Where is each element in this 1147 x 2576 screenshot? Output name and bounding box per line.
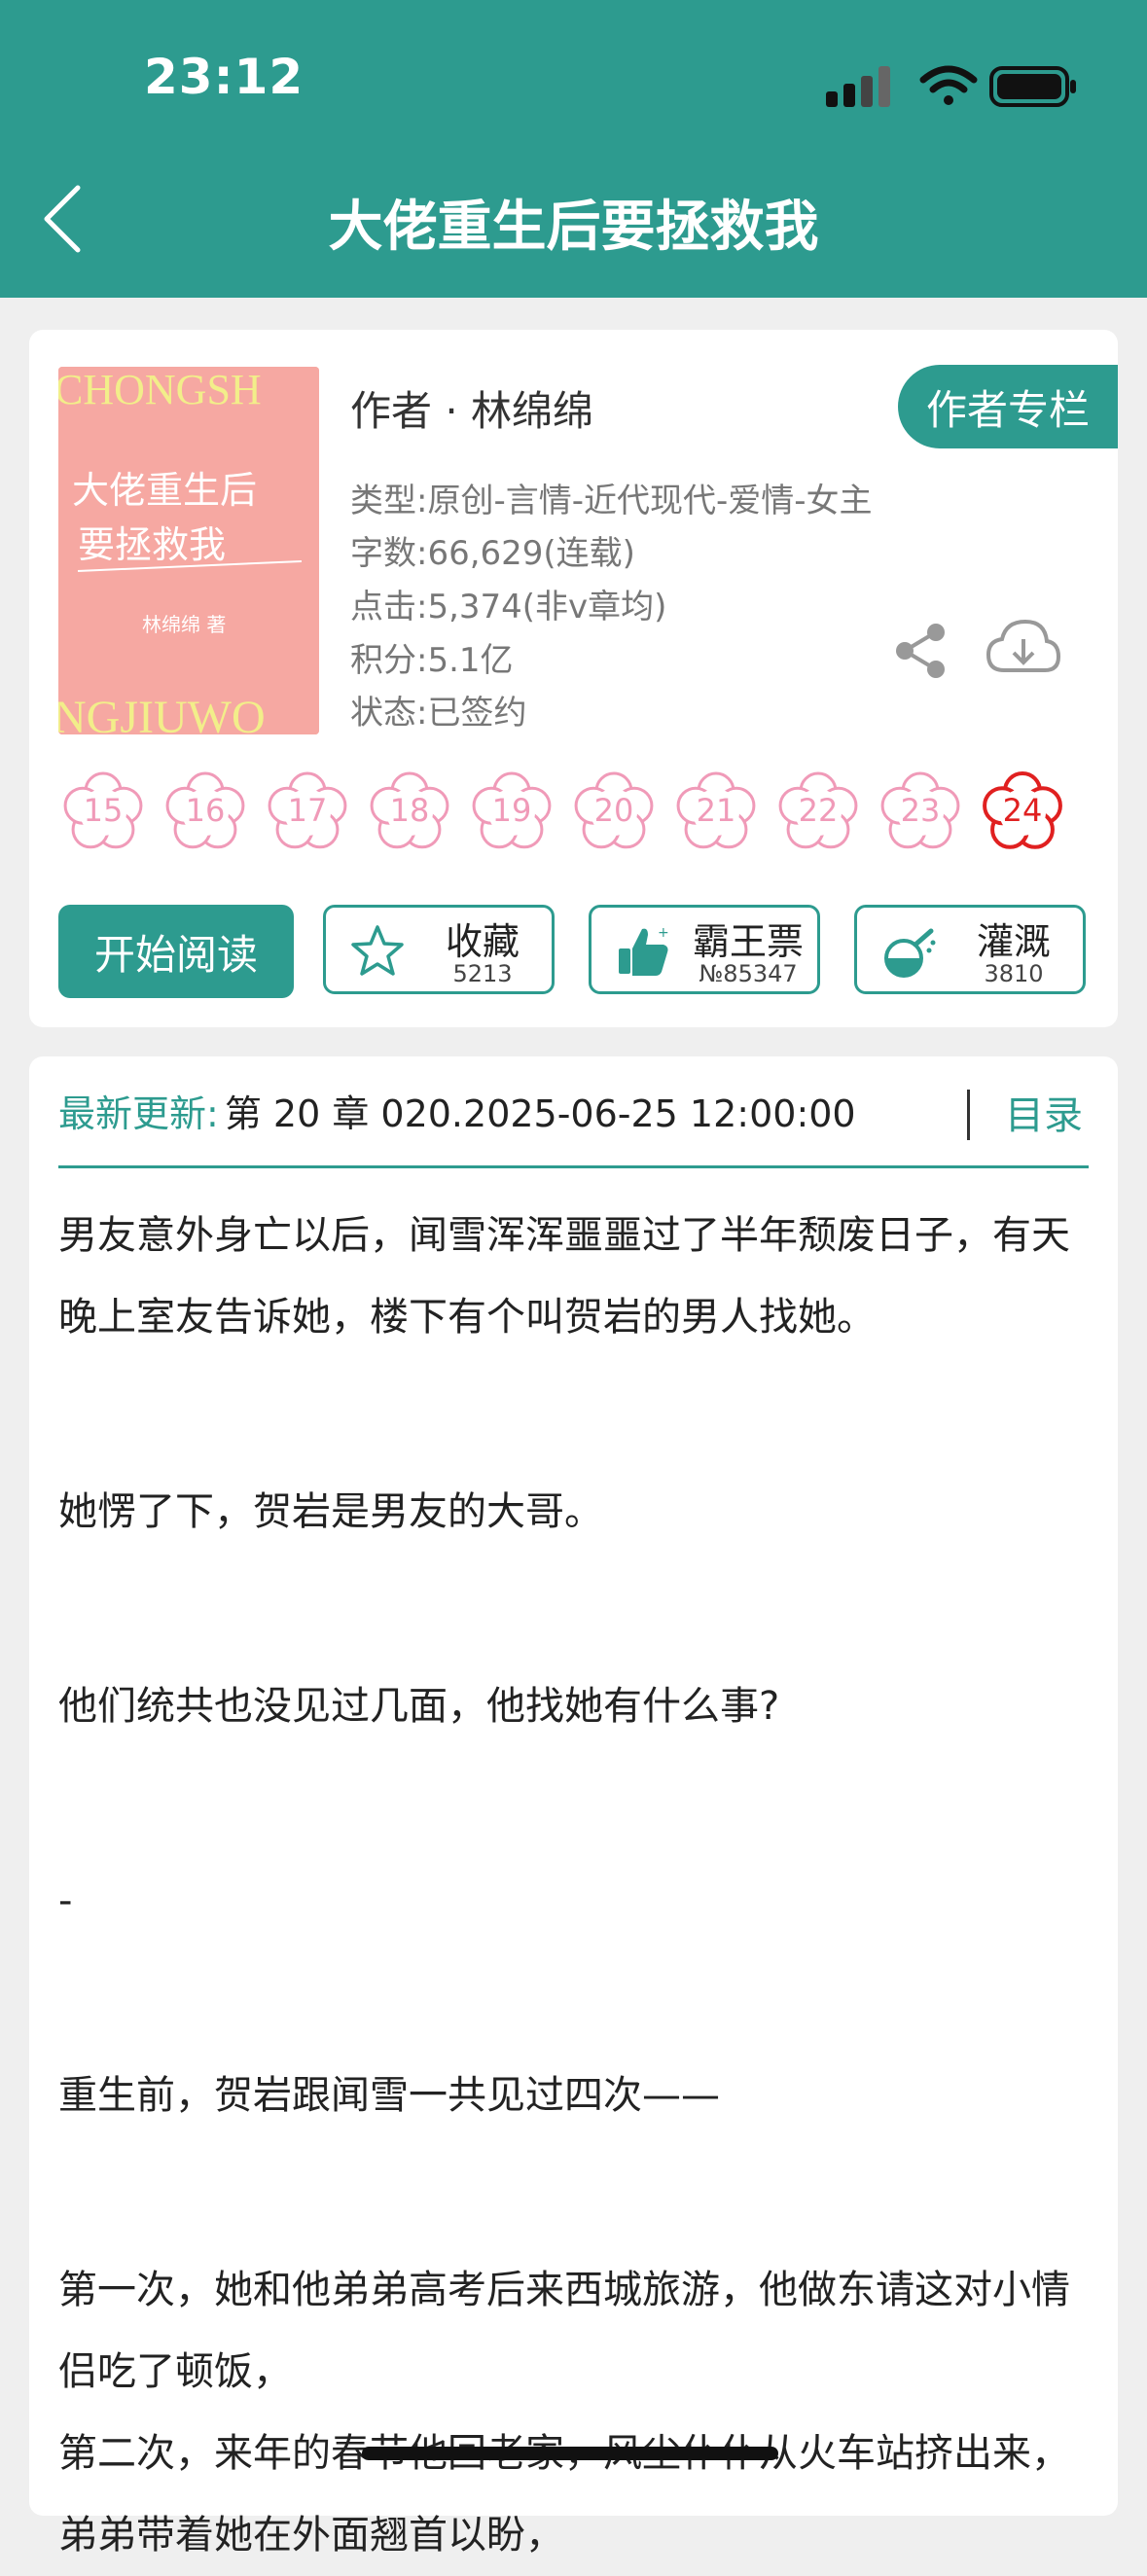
status-icons — [826, 65, 1076, 107]
chapter-flower-17[interactable]: 17 — [263, 766, 352, 855]
latest-update-text[interactable]: 第 20 章 020.2025-06-25 12:00:00 — [225, 1092, 856, 1135]
cellular-signal-icon — [826, 66, 890, 107]
wifi-icon — [919, 65, 978, 105]
star-icon — [351, 925, 404, 976]
book-score: 积分:5.1亿 — [350, 641, 514, 680]
favorite-label: 收藏 — [445, 920, 520, 963]
ticket-count: №85347 — [699, 960, 798, 987]
chapter-number: 23 — [900, 792, 941, 829]
paragraph: 他们统共也没见过几面，他找她有什么事? — [58, 1684, 780, 1729]
ticket-label: 霸王票 — [692, 920, 804, 963]
chapter-flower-15[interactable]: 15 — [58, 766, 148, 855]
chapter-number: 24 — [1002, 792, 1043, 829]
paragraph: 男友意外身亡以后，闻雪浑浑噩噩过了半年颓废日子，有天晚上室友告诉她，楼下有个叫贺… — [58, 1213, 1070, 1340]
share-icon[interactable] — [891, 622, 950, 680]
chapter-flower-21[interactable]: 21 — [671, 766, 761, 855]
chapter-flower-strip[interactable]: 15 16 17 18 19 20 21 22 23 24 — [58, 766, 1119, 863]
book-status: 状态:已签约 — [350, 694, 527, 733]
book-word-count: 字数:66,629(连载) — [350, 534, 635, 573]
chapter-flower-24[interactable]: 24 — [978, 766, 1067, 855]
cover-title-line2: 要拯救我 — [78, 523, 226, 566]
table-of-contents-link[interactable]: 目录 — [1005, 1084, 1083, 1140]
paragraph: 她愣了下，贺岩是男友的大哥。 — [58, 1489, 603, 1534]
chapter-flower-23[interactable]: 23 — [876, 766, 965, 855]
paragraph: - — [58, 1878, 73, 1923]
chapter-number: 19 — [491, 792, 532, 829]
status-time: 23:12 — [144, 49, 305, 105]
chapter-flower-20[interactable]: 20 — [569, 766, 659, 855]
ticket-button[interactable]: + 霸王票 №85347 — [589, 905, 820, 994]
cloud-download-icon[interactable] — [985, 618, 1062, 682]
page-title: 大佬重生后要拯救我 — [328, 196, 819, 259]
svg-text:+: + — [658, 925, 669, 941]
chapter-content-card: 最新更新: 第 20 章 020.2025-06-25 12:00:00 目录 男… — [29, 1056, 1118, 2558]
chapter-number: 16 — [185, 792, 226, 829]
chapter-number: 21 — [696, 792, 736, 829]
author-column-button[interactable]: 作者专栏 — [898, 365, 1118, 448]
cover-bottom-text: NGJIUWO — [58, 692, 266, 734]
home-indicator[interactable] — [362, 2447, 778, 2460]
book-cover[interactable]: CHONGSH 大佬重生后 要拯救我 林绵绵 著 NGJIUWO — [58, 367, 319, 734]
thumbs-up-icon: + — [619, 925, 669, 976]
app-header: 23:12 大佬重生后要拯救我 — [0, 0, 1147, 298]
favorite-count: 5213 — [452, 960, 513, 987]
book-clicks: 点击:5,374(非v章均) — [350, 588, 667, 626]
book-info-card: CHONGSH 大佬重生后 要拯救我 林绵绵 著 NGJIUWO 作者 · 林绵… — [29, 330, 1118, 1027]
chapter-number: 17 — [287, 792, 328, 829]
chapter-flower-16[interactable]: 16 — [161, 766, 250, 855]
battery-icon — [989, 66, 1076, 107]
chapter-flower-19[interactable]: 19 — [467, 766, 556, 855]
start-reading-button[interactable]: 开始阅读 — [58, 905, 294, 998]
paragraph: 重生前，贺岩跟闻雪一共见过四次—— — [58, 2073, 720, 2118]
latest-update-row[interactable]: 最新更新: 第 20 章 020.2025-06-25 12:00:00 — [58, 1084, 1089, 1142]
divider — [967, 1090, 970, 1140]
chapter-number: 18 — [389, 792, 430, 829]
latest-update-label: 最新更新: — [58, 1092, 219, 1135]
chapter-number: 15 — [83, 792, 124, 829]
chapter-excerpt: 男友意外身亡以后，闻雪浑浑噩噩过了半年颓废日子，有天晚上室友告诉她，楼下有个叫贺… — [58, 1195, 1094, 2576]
chapter-flower-22[interactable]: 22 — [773, 766, 863, 855]
cover-top-text: CHONGSH — [58, 367, 262, 413]
paragraph: 第二次，来年的春节他回老家，风尘仆仆从火车站挤出来，弟弟带着她在外面翘首以盼， — [58, 2431, 1070, 2558]
cover-title-line1: 大佬重生后 — [72, 469, 257, 512]
water-count: 3810 — [984, 960, 1044, 987]
cover-author: 林绵绵 著 — [142, 613, 226, 636]
chapter-number: 20 — [593, 792, 634, 829]
paragraph: 第一次，她和他弟弟高考后来西城旅游，他做东请这对小情侣吃了顿饭， — [58, 2268, 1070, 2394]
book-type: 类型:原创-言情-近代现代-爱情-女主 — [350, 482, 873, 520]
author-name[interactable]: 作者 · 林绵绵 — [350, 378, 593, 438]
separator-line — [58, 1165, 1089, 1168]
watering-icon — [884, 928, 936, 978]
favorite-button[interactable]: 收藏 5213 — [323, 905, 555, 994]
chapter-flower-18[interactable]: 18 — [365, 766, 454, 855]
water-label: 灌溉 — [976, 920, 1051, 963]
water-button[interactable]: 灌溉 3810 — [854, 905, 1086, 994]
chapter-number: 22 — [798, 792, 839, 829]
